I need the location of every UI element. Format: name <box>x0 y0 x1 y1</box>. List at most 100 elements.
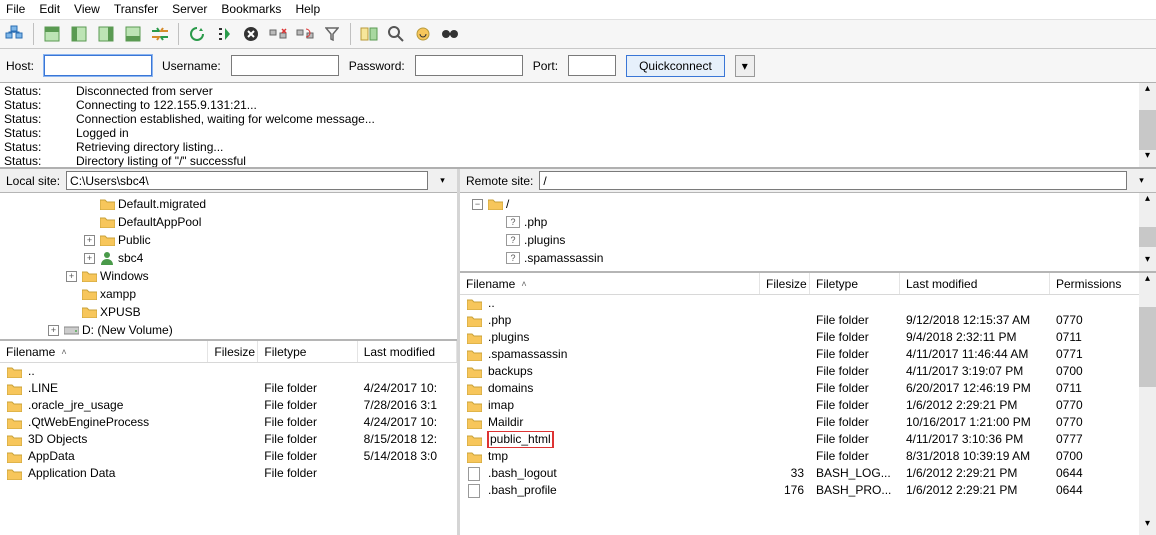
list-row[interactable]: tmpFile folder8/31/2018 10:39:19 AM0700 <box>460 448 1156 465</box>
toggle-log-icon[interactable] <box>40 22 64 46</box>
local-tree[interactable]: Default.migratedDefaultAppPool+Public+sb… <box>0 193 457 341</box>
log-scrollbar[interactable]: ▴ ▾ <box>1139 83 1156 167</box>
menu-bookmarks[interactable]: Bookmarks <box>221 2 281 16</box>
folder-icon <box>466 314 482 328</box>
scroll-down-icon[interactable]: ▾ <box>1139 518 1156 535</box>
tree-node[interactable]: −/ <box>462 195 1154 213</box>
filter-icon[interactable] <box>320 22 344 46</box>
tree-node[interactable]: +Windows <box>2 267 455 285</box>
scroll-down-icon[interactable]: ▾ <box>1139 150 1156 167</box>
search-icon[interactable] <box>384 22 408 46</box>
column-header[interactable]: Filetype <box>810 273 900 294</box>
column-header[interactable]: Filesize <box>760 273 810 294</box>
reconnect-icon[interactable] <box>293 22 317 46</box>
menu-transfer[interactable]: Transfer <box>114 2 158 16</box>
tree-node[interactable]: ?.php <box>462 213 1154 231</box>
tree-node[interactable]: DefaultAppPool <box>2 213 455 231</box>
quickconnect-dropdown[interactable]: ▾ <box>735 55 755 77</box>
refresh-icon[interactable] <box>185 22 209 46</box>
tree-node[interactable]: +Public <box>2 231 455 249</box>
scroll-thumb[interactable] <box>1139 307 1156 387</box>
disconnect-icon[interactable] <box>266 22 290 46</box>
menu-file[interactable]: File <box>6 2 25 16</box>
toggle-queue-icon[interactable] <box>121 22 145 46</box>
tree-node[interactable]: ?.plugins <box>462 231 1154 249</box>
tree-node[interactable]: +D: (New Volume) <box>2 321 455 339</box>
list-row[interactable]: .bash_profile176BASH_PRO...1/6/2012 2:29… <box>460 482 1156 499</box>
scroll-up-icon[interactable]: ▴ <box>1139 273 1156 290</box>
cell-mod: 4/11/2017 11:46:44 AM <box>900 346 1050 363</box>
remote-tree[interactable]: ▴ ▾ −/?.php?.plugins?.spamassassin <box>460 193 1156 273</box>
list-row[interactable]: MaildirFile folder10/16/2017 1:21:00 PM0… <box>460 414 1156 431</box>
list-row[interactable]: .spamassassinFile folder4/11/2017 11:46:… <box>460 346 1156 363</box>
local-site-dropdown[interactable]: ▾ <box>434 175 451 186</box>
tree-expand-icon[interactable]: + <box>48 325 59 336</box>
list-row[interactable]: AppDataFile folder5/14/2018 3:0 <box>0 448 457 465</box>
tree-expand-icon[interactable]: + <box>84 235 95 246</box>
tree-expand-icon[interactable]: + <box>84 253 95 264</box>
port-input[interactable] <box>568 55 616 76</box>
site-manager-icon[interactable] <box>3 22 27 46</box>
list-row[interactable]: public_htmlFile folder4/11/2017 3:10:36 … <box>460 431 1156 448</box>
column-header[interactable]: Filename ˄ <box>0 341 208 362</box>
list-row[interactable]: .bash_logout33BASH_LOG...1/6/2012 2:29:2… <box>460 465 1156 482</box>
compare-icon[interactable] <box>357 22 381 46</box>
cell-perm: 0770 <box>1050 414 1140 431</box>
menu-view[interactable]: View <box>74 2 100 16</box>
tree-node[interactable]: Default.migrated <box>2 195 455 213</box>
scroll-thumb[interactable] <box>1139 110 1156 150</box>
host-input[interactable] <box>44 55 152 76</box>
menu-edit[interactable]: Edit <box>39 2 60 16</box>
column-header[interactable]: Last modified <box>358 341 457 362</box>
quickconnect-button[interactable]: Quickconnect <box>626 55 725 77</box>
list-row[interactable]: .. <box>460 295 1156 312</box>
list-row[interactable]: 3D ObjectsFile folder8/15/2018 12: <box>0 431 457 448</box>
local-list-header[interactable]: Filename ˄FilesizeFiletypeLast modified <box>0 341 457 363</box>
tree-node[interactable]: +sbc4 <box>2 249 455 267</box>
sync-browse-icon[interactable] <box>148 22 172 46</box>
list-row[interactable]: .phpFile folder9/12/2018 12:15:37 AM0770 <box>460 312 1156 329</box>
tree-node[interactable]: ?.spamassassin <box>462 249 1154 267</box>
scroll-up-icon[interactable]: ▴ <box>1139 83 1156 100</box>
remote-site-path[interactable] <box>539 171 1127 190</box>
remote-tree-scrollbar[interactable]: ▴ ▾ <box>1139 193 1156 271</box>
scroll-thumb[interactable] <box>1139 227 1156 247</box>
menu-help[interactable]: Help <box>295 2 320 16</box>
list-row[interactable]: .pluginsFile folder9/4/2018 2:32:11 PM07… <box>460 329 1156 346</box>
list-row[interactable]: .oracle_jre_usageFile folder7/28/2016 3:… <box>0 397 457 414</box>
password-input[interactable] <box>415 55 523 76</box>
column-header[interactable]: Filename ˄ <box>460 273 760 294</box>
tree-expand-icon[interactable]: − <box>472 199 483 210</box>
process-queue-icon[interactable] <box>212 22 236 46</box>
local-file-list[interactable]: Filename ˄FilesizeFiletypeLast modified … <box>0 341 457 535</box>
toggle-local-tree-icon[interactable] <box>67 22 91 46</box>
list-row[interactable]: .LINEFile folder4/24/2017 10: <box>0 380 457 397</box>
username-input[interactable] <box>231 55 339 76</box>
tree-expand-icon[interactable]: + <box>66 271 77 282</box>
tree-node[interactable]: XPUSB <box>2 303 455 321</box>
remote-file-list[interactable]: Filename ˄FilesizeFiletypeLast modifiedP… <box>460 273 1156 535</box>
list-row[interactable]: backupsFile folder4/11/2017 3:19:07 PM07… <box>460 363 1156 380</box>
scroll-up-icon[interactable]: ▴ <box>1139 193 1156 210</box>
list-row[interactable]: imapFile folder1/6/2012 2:29:21 PM0770 <box>460 397 1156 414</box>
column-header[interactable]: Permissions <box>1050 273 1140 294</box>
list-row[interactable]: .QtWebEngineProcessFile folder4/24/2017 … <box>0 414 457 431</box>
tree-node[interactable]: xampp <box>2 285 455 303</box>
remote-site-dropdown[interactable]: ▾ <box>1133 175 1150 186</box>
auto-icon[interactable] <box>411 22 435 46</box>
local-site-path[interactable] <box>66 171 428 190</box>
find-icon[interactable] <box>438 22 462 46</box>
remote-list-header[interactable]: Filename ˄FilesizeFiletypeLast modifiedP… <box>460 273 1156 295</box>
menu-server[interactable]: Server <box>172 2 207 16</box>
list-row[interactable]: domainsFile folder6/20/2017 12:46:19 PM0… <box>460 380 1156 397</box>
list-row[interactable]: Application DataFile folder <box>0 465 457 482</box>
remote-list-scrollbar[interactable]: ▴ ▾ <box>1139 273 1156 535</box>
column-header[interactable]: Last modified <box>900 273 1050 294</box>
column-header[interactable]: Filetype <box>258 341 357 362</box>
message-log[interactable]: Status:Disconnected from serverStatus:Co… <box>0 83 1156 169</box>
cancel-icon[interactable] <box>239 22 263 46</box>
list-row[interactable]: .. <box>0 363 457 380</box>
column-header[interactable]: Filesize <box>208 341 258 362</box>
scroll-down-icon[interactable]: ▾ <box>1139 254 1156 271</box>
toggle-remote-tree-icon[interactable] <box>94 22 118 46</box>
